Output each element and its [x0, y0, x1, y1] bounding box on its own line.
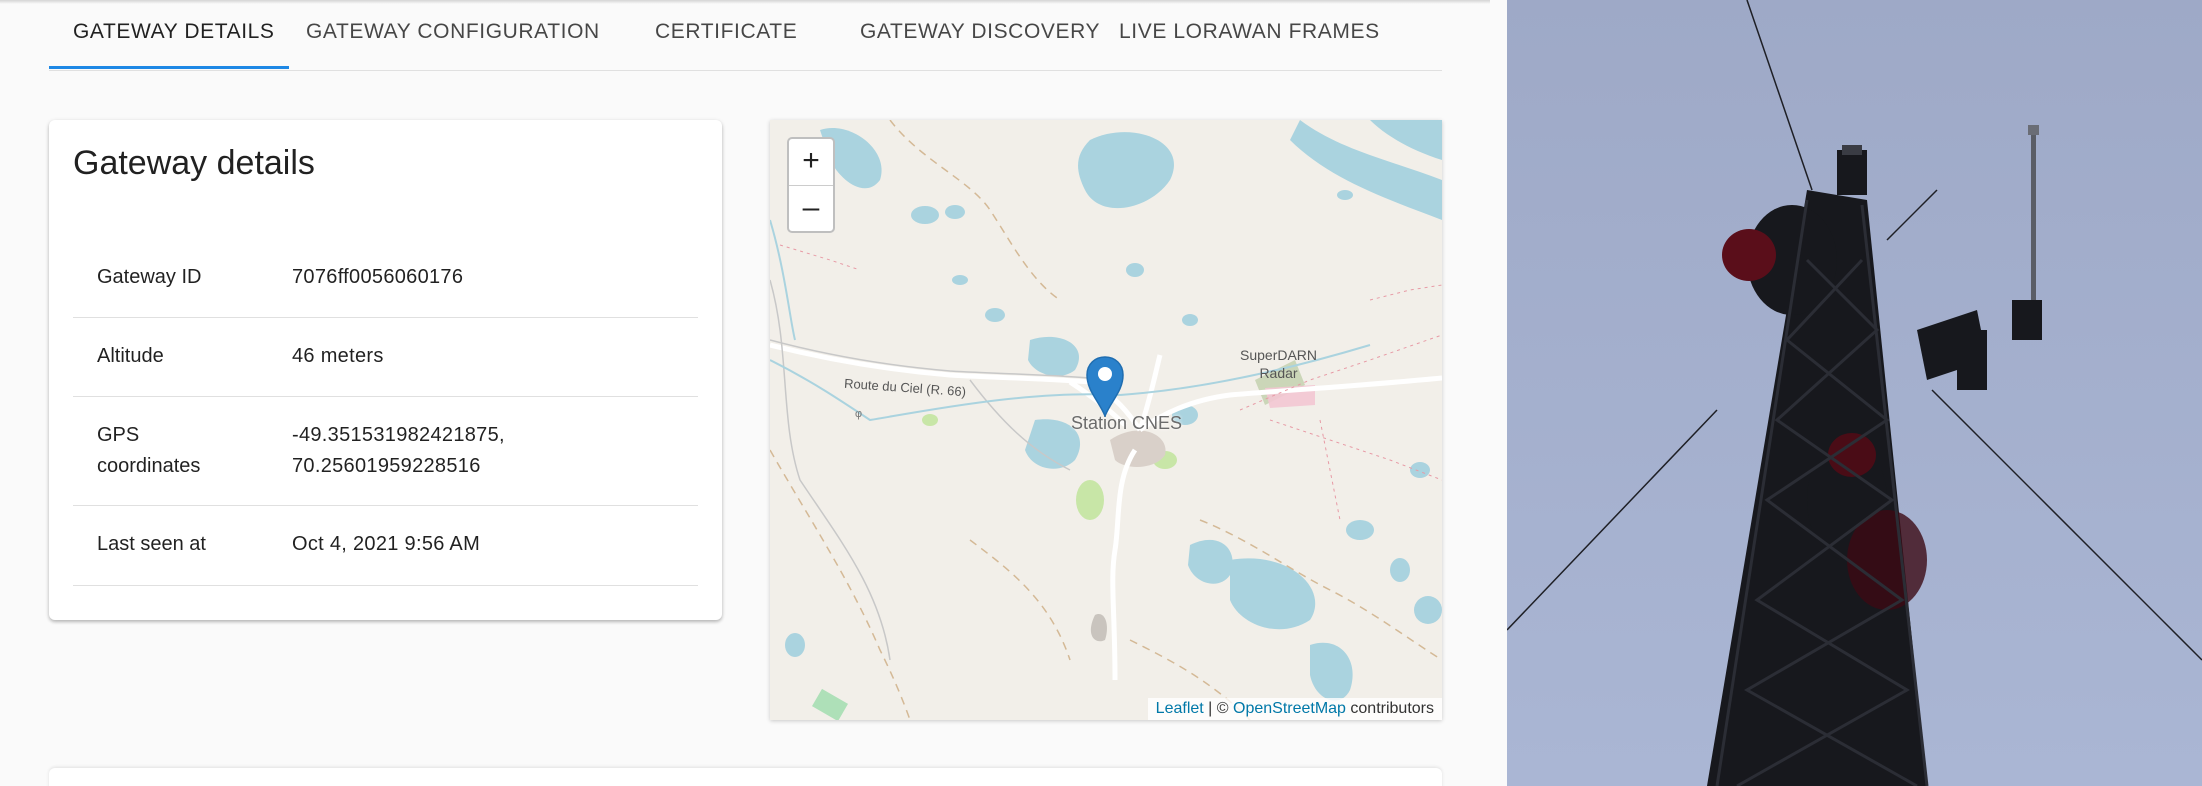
- row-label: Last seen at: [97, 533, 206, 555]
- zoom-out-button[interactable]: –: [789, 186, 833, 231]
- main-panel: GATEWAY DETAILS GATEWAY CONFIGURATION CE…: [0, 0, 1490, 786]
- card-title: Gateway details: [73, 144, 315, 182]
- tab-gateway-configuration[interactable]: GATEWAY CONFIGURATION: [306, 20, 600, 44]
- row-value: -49.351531982421875,: [292, 424, 505, 446]
- row-value: 7076ff0056060176: [292, 266, 464, 288]
- attribution-separator: | ©: [1203, 700, 1233, 717]
- row-label: Altitude: [97, 345, 164, 367]
- zoom-in-button[interactable]: +: [789, 139, 833, 186]
- table-row: GPS coordinates -49.351531982421875, 70.…: [73, 397, 698, 506]
- tab-gateway-discovery[interactable]: GATEWAY DISCOVERY: [860, 20, 1100, 44]
- row-label: coordinates: [97, 455, 201, 477]
- radar-label-line1: SuperDARN: [1240, 347, 1318, 363]
- tab-live-lorawan-frames[interactable]: LIVE LORAWAN FRAMES: [1119, 20, 1380, 44]
- gateway-map[interactable]: Route du Ciel (R. 66) Station CNES Super…: [770, 120, 1442, 720]
- tab-gateway-details[interactable]: GATEWAY DETAILS: [73, 20, 275, 44]
- map-attribution: Leaflet | © OpenStreetMap contributors: [1147, 698, 1442, 720]
- row-label: GPS: [97, 424, 140, 446]
- radar-label: SuperDARN Radar: [1240, 346, 1317, 382]
- antenna-icon: ᵠ: [855, 408, 863, 425]
- map-marker-icon[interactable]: [1085, 355, 1125, 417]
- radar-label-line2: Radar: [1259, 365, 1298, 381]
- zoom-control: + –: [787, 137, 835, 233]
- gateway-photo: [1507, 0, 2202, 786]
- details-table: Gateway ID 7076ff0056060176 Altitude 46 …: [73, 238, 698, 586]
- active-tab-indicator: [49, 66, 289, 69]
- gateway-details-card: Gateway details Gateway ID 7076ff0056060…: [49, 120, 722, 620]
- row-label: Gateway ID: [97, 266, 202, 288]
- row-value: Oct 4, 2021 9:56 AM: [292, 533, 481, 555]
- tower-photo-image: [1507, 0, 2202, 786]
- openstreetmap-link[interactable]: OpenStreetMap: [1233, 700, 1346, 717]
- tab-certificate[interactable]: CERTIFICATE: [655, 20, 797, 44]
- row-value: 46 meters: [292, 345, 384, 367]
- table-row: Gateway ID 7076ff0056060176: [73, 238, 698, 318]
- next-card: [49, 768, 1442, 786]
- attribution-suffix: contributors: [1345, 700, 1434, 717]
- row-value: 70.25601959228516: [292, 455, 481, 477]
- tab-bar: GATEWAY DETAILS GATEWAY CONFIGURATION CE…: [49, 0, 1442, 71]
- table-row: Altitude 46 meters: [73, 318, 698, 397]
- leaflet-link[interactable]: Leaflet: [1156, 700, 1204, 717]
- table-row: Last seen at Oct 4, 2021 9:56 AM: [73, 506, 698, 586]
